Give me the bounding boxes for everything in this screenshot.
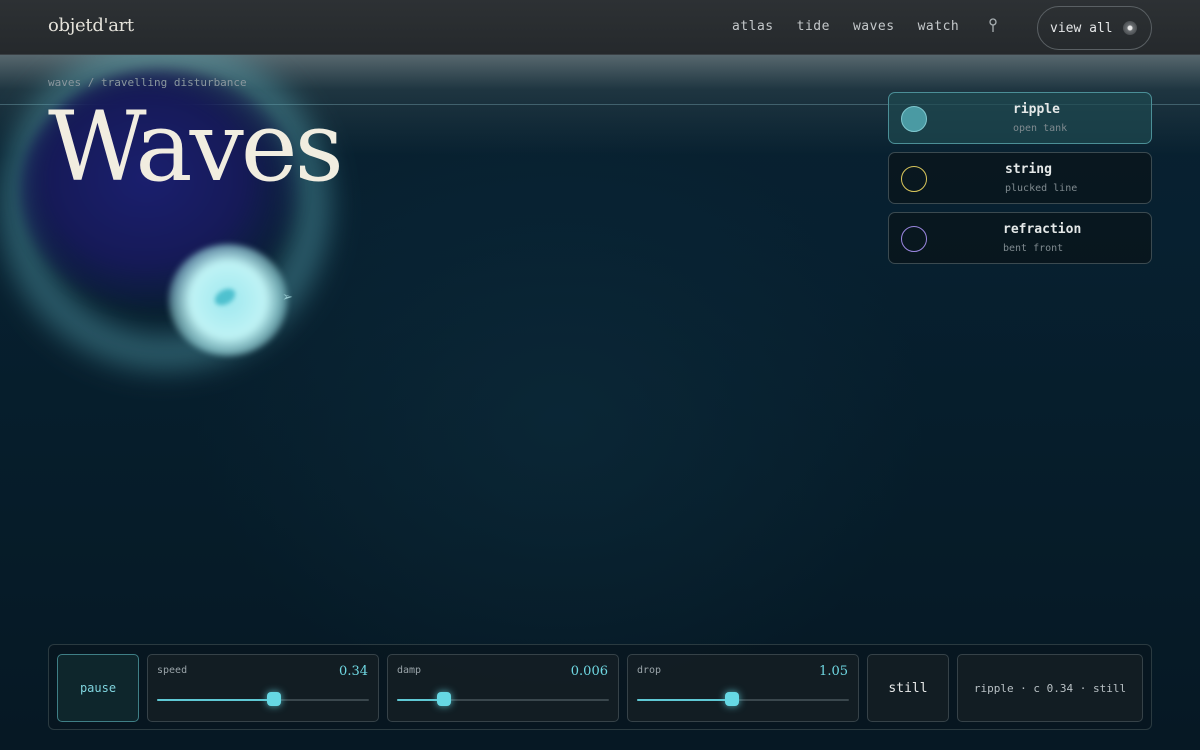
preset-subtitle: bent front [1003, 243, 1064, 254]
slider-thumb[interactable] [436, 692, 451, 706]
main-nav: atlas tide waves watch [732, 19, 959, 34]
preset-refraction-swatch-icon [901, 226, 927, 252]
location-pin-icon[interactable] [986, 17, 1000, 35]
preset-ripple-swatch-icon [901, 106, 927, 132]
still-button[interactable]: still [867, 654, 949, 722]
pause-button[interactable]: pause [57, 654, 139, 722]
top-navigation-bar: objetd'art atlas tide waves watch view a… [0, 0, 1200, 55]
pointer-cursor-icon: ➢ [282, 290, 293, 305]
orb-icon [1122, 21, 1137, 35]
preset-subtitle: plucked line [1005, 183, 1078, 194]
view-all-label: view all [1050, 20, 1113, 36]
nav-item-watch[interactable]: watch [918, 19, 960, 34]
control-panel: pause speed 0.34 damp 0.006 drop 1.05 st… [48, 644, 1152, 730]
preset-string-swatch-icon [901, 166, 927, 192]
site-logo[interactable]: objetd'art [48, 15, 134, 36]
page-title: Waves [48, 91, 344, 203]
slider-value: 0.34 [339, 664, 368, 679]
slider-fill [157, 699, 274, 701]
preset-refraction[interactable]: refraction bent front [888, 212, 1152, 264]
slider-thumb[interactable] [725, 692, 740, 706]
nav-item-waves[interactable]: waves [853, 19, 895, 34]
nav-item-tide[interactable]: tide [797, 19, 830, 34]
preset-ripple[interactable]: ripple open tank [888, 92, 1152, 144]
preset-name: ripple [1013, 102, 1060, 117]
preset-name: string [1005, 162, 1052, 177]
preset-string[interactable]: string plucked line [888, 152, 1152, 204]
slider-label: speed [157, 665, 188, 676]
status-readout: ripple · c 0.34 · still [957, 654, 1143, 722]
breadcrumb: waves / travelling disturbance [48, 76, 247, 89]
slider-label: drop [637, 665, 662, 676]
drop-slider[interactable]: drop 1.05 [627, 654, 859, 722]
slider-fill [637, 699, 733, 701]
nav-item-atlas[interactable]: atlas [732, 19, 774, 34]
slider-value: 1.05 [819, 664, 848, 679]
slider-thumb[interactable] [266, 692, 281, 706]
slider-track[interactable] [637, 692, 849, 706]
slider-label: damp [397, 665, 422, 676]
speed-slider[interactable]: speed 0.34 [147, 654, 379, 722]
slider-track[interactable] [397, 692, 609, 706]
preset-name: refraction [1003, 222, 1082, 237]
view-all-button[interactable]: view all [1037, 6, 1152, 50]
slider-track[interactable] [157, 692, 369, 706]
slider-value: 0.006 [570, 664, 608, 679]
preset-subtitle: open tank [1013, 123, 1068, 134]
damp-slider[interactable]: damp 0.006 [387, 654, 619, 722]
